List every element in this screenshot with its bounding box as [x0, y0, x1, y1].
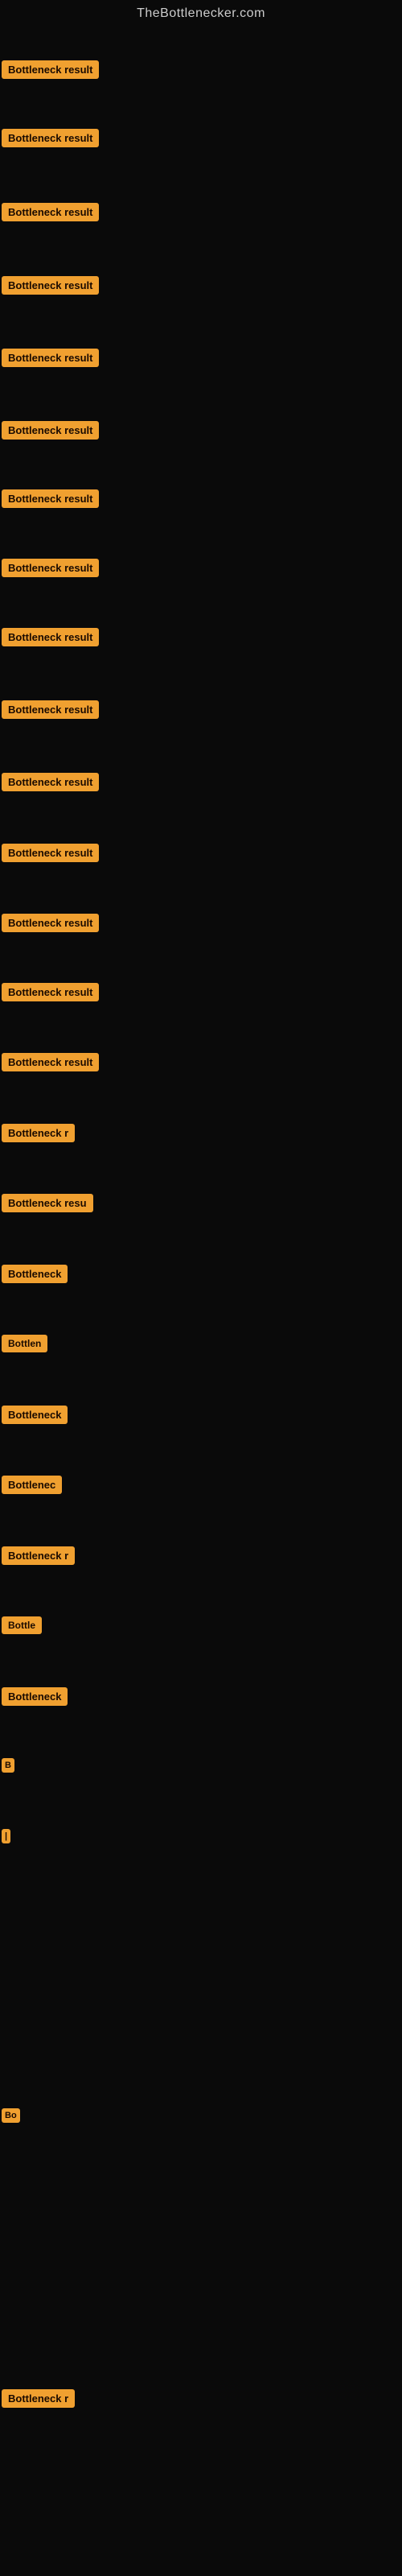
- bottleneck-item: Bottleneck r: [2, 1124, 75, 1142]
- bottleneck-item: Bottle: [2, 1616, 42, 1634]
- bottleneck-badge[interactable]: Bottleneck result: [2, 203, 99, 221]
- bottleneck-badge[interactable]: Bottleneck result: [2, 559, 99, 577]
- bottleneck-item: Bottleneck r: [2, 2389, 75, 2408]
- bottleneck-badge[interactable]: Bottleneck result: [2, 700, 99, 719]
- bottleneck-item: Bottleneck resu: [2, 1194, 93, 1212]
- site-title: TheBottlenecker.com: [0, 0, 402, 31]
- bottleneck-item: Bottleneck r: [2, 1546, 75, 1565]
- bottleneck-badge[interactable]: Bottleneck result: [2, 914, 99, 932]
- bottleneck-badge[interactable]: Bottleneck result: [2, 421, 99, 440]
- bottleneck-item: Bottleneck result: [2, 700, 99, 719]
- bottleneck-badge[interactable]: Bottleneck result: [2, 1053, 99, 1071]
- bottleneck-badge[interactable]: Bo: [2, 2108, 20, 2123]
- bottleneck-item: Bottleneck result: [2, 489, 99, 508]
- bottleneck-item: Bottleneck: [2, 1265, 68, 1283]
- bottleneck-item: Bottleneck result: [2, 983, 99, 1001]
- bottleneck-badge[interactable]: Bottleneck: [2, 1687, 68, 1706]
- bottleneck-badge[interactable]: Bottleneck result: [2, 349, 99, 367]
- bottleneck-badge[interactable]: Bottle: [2, 1616, 42, 1634]
- bottleneck-badge[interactable]: Bottleneck r: [2, 1546, 75, 1565]
- bottleneck-item: Bottlenec: [2, 1476, 62, 1494]
- bottleneck-item: Bottleneck result: [2, 203, 99, 221]
- bottleneck-badge[interactable]: Bottleneck resu: [2, 1194, 93, 1212]
- bottleneck-badge[interactable]: Bottleneck result: [2, 276, 99, 295]
- bottleneck-item: Bottleneck result: [2, 129, 99, 147]
- bottleneck-item: Bottlen: [2, 1335, 47, 1352]
- bottleneck-item: Bottleneck: [2, 1406, 68, 1424]
- bottleneck-badge[interactable]: |: [2, 1829, 10, 1843]
- bottleneck-badge[interactable]: Bottleneck result: [2, 129, 99, 147]
- bottleneck-badge[interactable]: Bottleneck result: [2, 844, 99, 862]
- bottleneck-item: Bo: [2, 2107, 20, 2123]
- bottleneck-badge[interactable]: Bottlen: [2, 1335, 47, 1352]
- bottleneck-badge[interactable]: B: [2, 1758, 14, 1773]
- bottleneck-badge[interactable]: Bottleneck result: [2, 60, 99, 79]
- bottleneck-badge[interactable]: Bottleneck result: [2, 489, 99, 508]
- bottleneck-item: Bottleneck result: [2, 276, 99, 295]
- bottleneck-item: Bottleneck result: [2, 421, 99, 440]
- bottleneck-item: Bottleneck result: [2, 773, 99, 791]
- bottleneck-badge[interactable]: Bottleneck r: [2, 2389, 75, 2408]
- bottleneck-item: Bottleneck result: [2, 628, 99, 646]
- bottleneck-badge[interactable]: Bottlenec: [2, 1476, 62, 1494]
- bottleneck-badge[interactable]: Bottleneck result: [2, 773, 99, 791]
- bottleneck-item: Bottleneck: [2, 1687, 68, 1706]
- bottleneck-badge[interactable]: Bottleneck result: [2, 983, 99, 1001]
- bottleneck-badge[interactable]: Bottleneck: [2, 1265, 68, 1283]
- bottleneck-badge[interactable]: Bottleneck r: [2, 1124, 75, 1142]
- bottleneck-item: Bottleneck result: [2, 559, 99, 577]
- bottleneck-item: Bottleneck result: [2, 349, 99, 367]
- bottleneck-item: Bottleneck result: [2, 844, 99, 862]
- bottleneck-item: Bottleneck result: [2, 1053, 99, 1071]
- bottleneck-badge[interactable]: Bottleneck result: [2, 628, 99, 646]
- bottleneck-badge[interactable]: Bottleneck: [2, 1406, 68, 1424]
- bottleneck-item: Bottleneck result: [2, 60, 99, 79]
- bottleneck-item: Bottleneck result: [2, 914, 99, 932]
- bottleneck-item: B: [2, 1757, 14, 1773]
- bottleneck-item: |: [2, 1828, 10, 1843]
